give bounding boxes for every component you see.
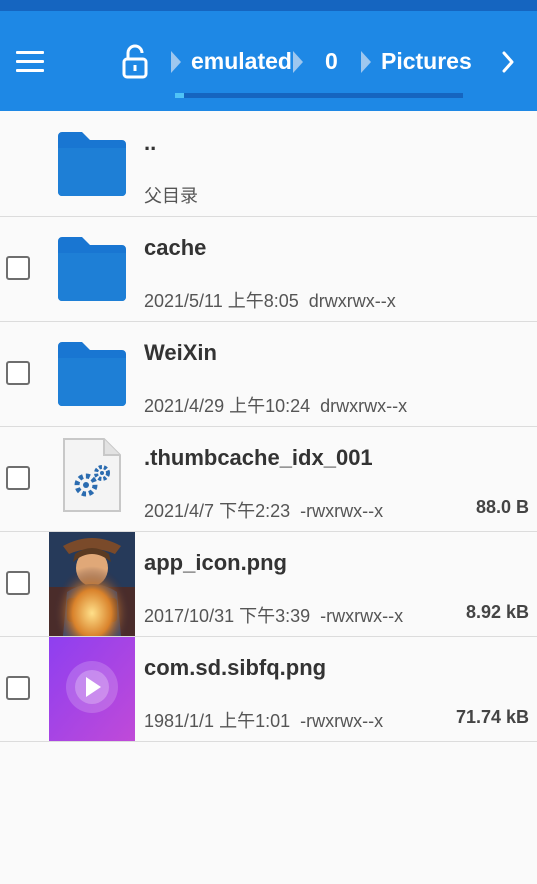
- file-date: 2021/5/11 上午8:05: [144, 291, 299, 311]
- file-name: .thumbcache_idx_001: [144, 445, 373, 470]
- list-item-parent[interactable]: .. 父目录: [0, 112, 537, 217]
- file-date: 2021/4/29 上午10:24: [144, 396, 311, 416]
- list-item-thumbcache[interactable]: .thumbcache_idx_001 2021/4/7 下午2:23 -rwxr…: [0, 427, 537, 532]
- select-checkbox[interactable]: [6, 466, 30, 490]
- file-meta: 2021/4/29 上午10:24 drwxrwx--x: [144, 392, 407, 418]
- select-checkbox[interactable]: [6, 361, 30, 385]
- file-date: 2021/4/7 下午2:23: [144, 501, 291, 521]
- breadcrumb-emulated[interactable]: emulated: [191, 47, 292, 75]
- file-name: cache: [144, 235, 207, 260]
- file-name: com.sd.sibfq.png: [144, 655, 327, 680]
- file-name: app_icon.png: [144, 550, 287, 575]
- breadcrumb-chevron-icon: [171, 51, 181, 73]
- scroll-progress-bar: [175, 93, 463, 98]
- image-thumbnail: [49, 532, 135, 636]
- unlock-icon[interactable]: [121, 43, 149, 79]
- file-name: ..: [144, 130, 157, 155]
- status-bar: [0, 0, 537, 11]
- file-name: WeiXin: [144, 340, 217, 365]
- file-date: 1981/1/1 上午1:01: [144, 711, 291, 731]
- file-meta: 2017/10/31 下午3:39 -rwxrwx--x: [144, 602, 403, 628]
- file-permissions: -rwxrwx--x: [320, 606, 404, 626]
- settings-file-icon: [63, 438, 121, 512]
- list-item-app-icon[interactable]: app_icon.png 2017/10/31 下午3:39 -rwxrwx--x…: [0, 532, 537, 637]
- list-item-cache[interactable]: cache 2021/5/11 上午8:05 drwxrwx--x: [0, 217, 537, 322]
- breadcrumb-pictures[interactable]: Pictures: [381, 47, 472, 75]
- folder-icon: [58, 132, 126, 196]
- progress-fill: [175, 93, 184, 98]
- file-size: 88.0 B: [475, 497, 529, 517]
- select-checkbox[interactable]: [6, 571, 30, 595]
- file-subtitle: 父目录: [144, 186, 198, 206]
- folder-icon: [58, 237, 126, 301]
- file-size: 8.92 kB: [465, 602, 529, 622]
- file-permissions: drwxrwx--x: [320, 396, 408, 416]
- file-meta: 1981/1/1 上午1:01 -rwxrwx--x: [144, 707, 383, 733]
- file-date: 2017/10/31 下午3:39: [144, 606, 311, 626]
- chevron-right-icon[interactable]: [498, 49, 518, 75]
- breadcrumb-chevron-icon: [361, 51, 371, 73]
- video-app-thumbnail: [49, 637, 135, 741]
- menu-icon[interactable]: [16, 51, 44, 73]
- file-permissions: -rwxrwx--x: [300, 711, 384, 731]
- breadcrumb-chevron-icon: [293, 51, 303, 73]
- file-meta: 2021/5/11 上午8:05 drwxrwx--x: [144, 287, 396, 313]
- breadcrumb-0[interactable]: 0: [325, 47, 338, 75]
- app-bar: emulated 0 Pictures: [0, 11, 537, 111]
- select-checkbox[interactable]: [6, 256, 30, 280]
- list-item-com-sd-sibfq[interactable]: com.sd.sibfq.png 1981/1/1 上午1:01 -rwxrwx-…: [0, 637, 537, 742]
- file-permissions: -rwxrwx--x: [300, 501, 384, 521]
- file-size: 71.74 kB: [455, 707, 529, 727]
- folder-icon: [58, 342, 126, 406]
- file-meta: 2021/4/7 下午2:23 -rwxrwx--x: [144, 497, 383, 523]
- list-item-weixin[interactable]: WeiXin 2021/4/29 上午10:24 drwxrwx--x: [0, 322, 537, 427]
- file-permissions: drwxrwx--x: [308, 291, 396, 311]
- select-checkbox[interactable]: [6, 676, 30, 700]
